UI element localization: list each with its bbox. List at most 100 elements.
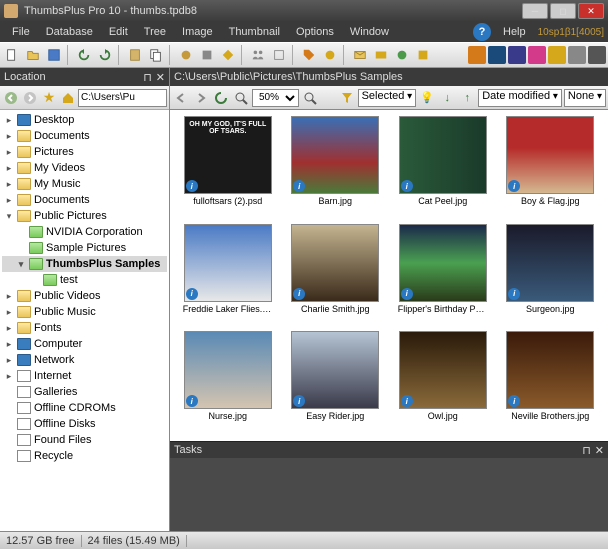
toolbar-rotate-left[interactable] bbox=[74, 45, 94, 65]
toolbar-mail[interactable] bbox=[350, 45, 370, 65]
thumbnail-item[interactable]: iCharlie Smith.jpg bbox=[284, 224, 388, 328]
thumbnail-item[interactable]: OH MY GOD, IT'S FULL OF TSARS.ifulloftsa… bbox=[176, 116, 280, 220]
info-icon[interactable]: i bbox=[401, 180, 413, 192]
thumbnail-item[interactable]: iNeville Brothers.jpg bbox=[499, 331, 603, 435]
thumbnail-image[interactable]: i bbox=[291, 224, 379, 302]
thumbnail-image[interactable]: i bbox=[184, 224, 272, 302]
info-icon[interactable]: i bbox=[186, 180, 198, 192]
info-icon[interactable]: i bbox=[293, 395, 305, 407]
tree-item[interactable]: ▸Network bbox=[2, 352, 167, 368]
thumbnail-image[interactable]: OH MY GOD, IT'S FULL OF TSARS.i bbox=[184, 116, 272, 194]
minimize-button[interactable]: ─ bbox=[522, 3, 548, 19]
nav-forward-button[interactable] bbox=[21, 89, 39, 107]
info-icon[interactable]: i bbox=[293, 288, 305, 300]
tree-expand-icon[interactable]: ▸ bbox=[4, 131, 14, 142]
thumbnail-item[interactable]: iEasy Rider.jpg bbox=[284, 331, 388, 435]
tree-expand-icon[interactable]: ▸ bbox=[4, 163, 14, 174]
tree-item[interactable]: ▸My Videos bbox=[2, 160, 167, 176]
info-icon[interactable]: i bbox=[293, 180, 305, 192]
info-icon[interactable]: i bbox=[401, 395, 413, 407]
filter-select[interactable]: None ▾ bbox=[564, 89, 606, 107]
toolbar-btn7[interactable] bbox=[392, 45, 412, 65]
tree-expand-icon[interactable]: ▸ bbox=[4, 339, 14, 350]
toolbar-copy[interactable] bbox=[146, 45, 166, 65]
view-back[interactable] bbox=[172, 89, 190, 107]
thumbnail-item[interactable]: iFlipper's Birthday Party.jpg bbox=[391, 224, 495, 328]
sort-desc-icon[interactable]: ↑ bbox=[458, 89, 476, 107]
menu-image[interactable]: Image bbox=[174, 24, 221, 40]
thumbnail-item[interactable]: iOwl.jpg bbox=[391, 331, 495, 435]
thumbnail-image[interactable]: i bbox=[506, 224, 594, 302]
menu-file[interactable]: File bbox=[4, 24, 38, 40]
tasks-close-icon[interactable]: ✕ bbox=[595, 444, 604, 457]
app-icon-cursor[interactable] bbox=[528, 46, 546, 64]
tree-item[interactable]: ▾ThumbsPlus Samples bbox=[2, 256, 167, 272]
tree-expand-icon[interactable]: ▸ bbox=[4, 115, 14, 126]
tree-item[interactable]: Offline CDROMs bbox=[2, 400, 167, 416]
app-icon-ps[interactable] bbox=[488, 46, 506, 64]
nav-back-button[interactable] bbox=[2, 89, 20, 107]
app-icon-psp[interactable] bbox=[508, 46, 526, 64]
close-button[interactable]: ✕ bbox=[578, 3, 604, 19]
toolbar-btn4[interactable] bbox=[269, 45, 289, 65]
menu-window[interactable]: Window bbox=[342, 24, 397, 40]
pin-icon[interactable]: ⊓ bbox=[143, 71, 152, 84]
info-icon[interactable]: i bbox=[186, 395, 198, 407]
toolbar-save[interactable] bbox=[44, 45, 64, 65]
menu-edit[interactable]: Edit bbox=[101, 24, 136, 40]
tree-item[interactable]: ▸Public Music bbox=[2, 304, 167, 320]
tree-item[interactable]: ▾Public Pictures bbox=[2, 208, 167, 224]
tree-item[interactable]: Sample Pictures bbox=[2, 240, 167, 256]
view-forward[interactable] bbox=[192, 89, 210, 107]
zoom-in-icon[interactable] bbox=[301, 89, 319, 107]
zoom-select[interactable]: 50% bbox=[252, 89, 299, 107]
thumbnail-image[interactable]: i bbox=[399, 224, 487, 302]
info-icon[interactable]: i bbox=[508, 288, 520, 300]
thumbnail-item[interactable]: iBarn.jpg bbox=[284, 116, 388, 220]
toolbar-btn3[interactable] bbox=[218, 45, 238, 65]
tree-expand-icon[interactable]: ▸ bbox=[4, 355, 14, 366]
thumbnail-image[interactable]: i bbox=[506, 116, 594, 194]
thumbnail-grid[interactable]: OH MY GOD, IT'S FULL OF TSARS.ifulloftsa… bbox=[170, 110, 608, 441]
thumbnail-image[interactable]: i bbox=[184, 331, 272, 409]
tree-item[interactable]: Galleries bbox=[2, 384, 167, 400]
toolbar-open[interactable] bbox=[23, 45, 43, 65]
app-icon-play[interactable] bbox=[548, 46, 566, 64]
toolbar-btn1[interactable] bbox=[176, 45, 196, 65]
tree-expand-icon[interactable]: ▸ bbox=[4, 195, 14, 206]
bulb-icon[interactable]: 💡 bbox=[418, 89, 436, 107]
tree-item[interactable]: ▸Public Videos bbox=[2, 288, 167, 304]
thumbnail-item[interactable]: iNurse.jpg bbox=[176, 331, 280, 435]
toolbar-btn6[interactable] bbox=[371, 45, 391, 65]
menu-options[interactable]: Options bbox=[288, 24, 342, 40]
tree-item[interactable]: Found Files bbox=[2, 432, 167, 448]
tree-expand-icon[interactable]: ▾ bbox=[16, 259, 26, 270]
thumbnail-item[interactable]: iSurgeon.jpg bbox=[499, 224, 603, 328]
tree-expand-icon[interactable]: ▸ bbox=[4, 307, 14, 318]
filter-icon[interactable] bbox=[338, 89, 356, 107]
tree-expand-icon[interactable]: ▾ bbox=[4, 211, 14, 222]
toolbar-btn2[interactable] bbox=[197, 45, 217, 65]
app-icon-app1[interactable] bbox=[568, 46, 586, 64]
toolbar-btn5[interactable] bbox=[320, 45, 340, 65]
tree-item[interactable]: ▸Documents bbox=[2, 128, 167, 144]
thumbnail-item[interactable]: iBoy & Flag.jpg bbox=[499, 116, 603, 220]
info-icon[interactable]: i bbox=[508, 180, 520, 192]
thumbnail-image[interactable]: i bbox=[399, 331, 487, 409]
tasks-pin-icon[interactable]: ⊓ bbox=[582, 444, 591, 457]
tree-item[interactable]: ▸Internet bbox=[2, 368, 167, 384]
thumbnail-image[interactable]: i bbox=[399, 116, 487, 194]
info-icon[interactable]: i bbox=[401, 288, 413, 300]
toolbar-new[interactable] bbox=[2, 45, 22, 65]
panel-close-icon[interactable]: ✕ bbox=[156, 71, 165, 84]
menu-database[interactable]: Database bbox=[38, 24, 101, 40]
zoom-out-icon[interactable] bbox=[232, 89, 250, 107]
toolbar-people[interactable] bbox=[248, 45, 268, 65]
tree-item[interactable]: ▸Fonts bbox=[2, 320, 167, 336]
tree-item[interactable]: NVIDIA Corporation bbox=[2, 224, 167, 240]
tree-item[interactable]: Recycle bbox=[2, 448, 167, 464]
sort-by-select[interactable]: Date modified ▾ bbox=[478, 89, 562, 107]
app-icon-app2[interactable] bbox=[588, 46, 606, 64]
tree-item[interactable]: ▸Desktop bbox=[2, 112, 167, 128]
favorite-icon[interactable]: ★ bbox=[40, 89, 58, 107]
